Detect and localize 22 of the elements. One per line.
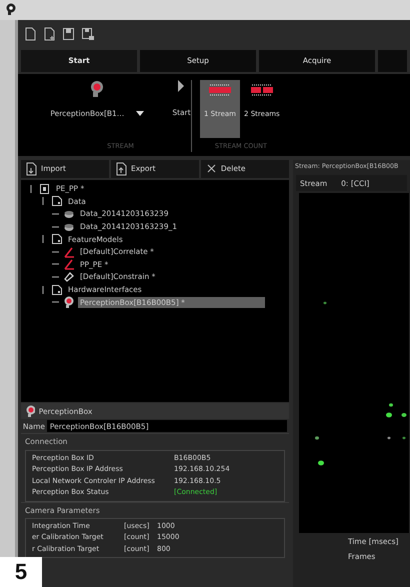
import-icon — [25, 162, 38, 176]
sensor-icon — [63, 296, 75, 308]
angle-icon — [63, 246, 75, 258]
play-icon[interactable] — [177, 80, 186, 92]
tag-icon — [63, 270, 75, 283]
sensor-icon[interactable] — [90, 80, 104, 98]
stream-layout-icon — [250, 84, 274, 96]
folder-icon — [51, 284, 63, 296]
save-icon[interactable] — [62, 27, 75, 41]
save-as-icon[interactable] — [81, 27, 94, 41]
document-icon — [39, 182, 51, 195]
folder-icon — [51, 233, 63, 246]
angle-icon — [63, 258, 75, 270]
new-folder-icon[interactable] — [43, 27, 56, 41]
dropdown-caret-icon[interactable] — [136, 110, 144, 116]
export-icon — [114, 162, 128, 176]
app-logo-icon — [6, 3, 16, 15]
figure-number: 5 — [0, 557, 42, 587]
sensor-icon — [25, 405, 35, 418]
folder-icon — [51, 195, 63, 208]
new-document-icon[interactable] — [24, 27, 37, 41]
stream-layout-icon — [208, 84, 232, 96]
